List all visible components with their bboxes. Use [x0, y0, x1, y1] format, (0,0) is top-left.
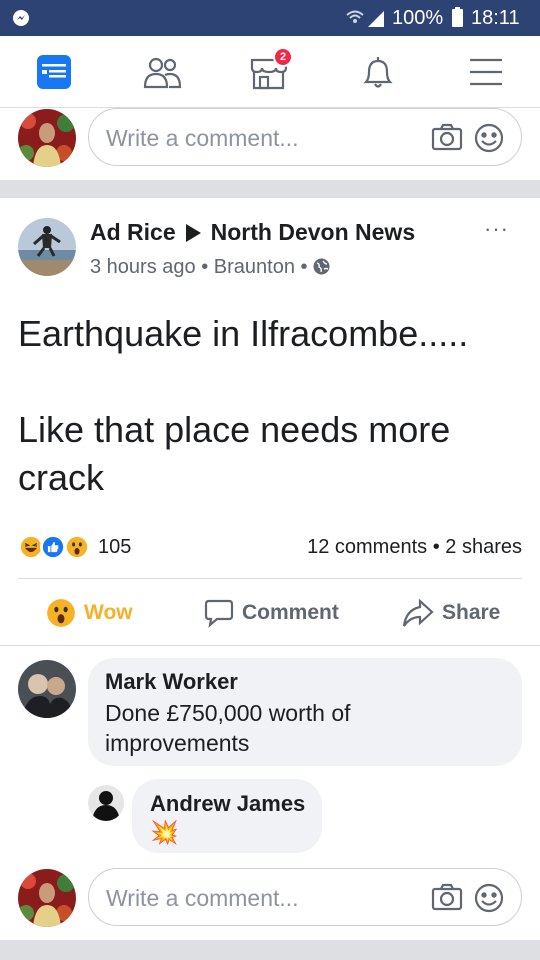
- wow-icon: [47, 599, 75, 628]
- comments-count[interactable]: 12 comments: [307, 536, 427, 558]
- post-text: Earthquake in Ilfracombe..... Like that …: [18, 313, 469, 498]
- wow-reaction-icon: [64, 534, 90, 560]
- separator-line: [0, 645, 540, 646]
- profile-photo: [18, 660, 76, 718]
- profile-photo: [18, 869, 76, 927]
- avatar[interactable]: [18, 660, 76, 718]
- comment-composer-top: Write a comment...: [0, 106, 540, 176]
- bell-icon: [363, 57, 393, 88]
- avatar[interactable]: [18, 869, 76, 927]
- post-header-names: Ad Rice North Devon News: [90, 218, 415, 246]
- separator-line: [18, 578, 522, 579]
- comment-composer-bottom: Write a comment...: [0, 866, 540, 936]
- share-label: Share: [442, 601, 501, 624]
- share-arrow-icon: [402, 598, 434, 628]
- status-bar: 100% 18:11: [0, 0, 540, 36]
- more-options-icon[interactable]: ···: [484, 218, 514, 240]
- comment-author[interactable]: Andrew James: [150, 791, 305, 817]
- signal-icon: [368, 11, 384, 27]
- feed-divider: [0, 180, 540, 198]
- marketplace-badge: 2: [273, 47, 293, 67]
- engagement-counts[interactable]: 12 comments • 2 shares: [307, 535, 522, 559]
- meta-separator: •: [201, 256, 209, 278]
- wifi-icon: [346, 10, 364, 23]
- notifications-tab[interactable]: [358, 52, 398, 92]
- comment-icon: [204, 600, 234, 629]
- post-meta: 3 hours ago • Braunton •: [90, 255, 330, 279]
- posted-to-arrow-icon: [185, 224, 201, 242]
- profile-photo: [18, 109, 76, 167]
- wow-label: Wow: [84, 601, 133, 624]
- comment-input[interactable]: Write a comment...: [88, 868, 522, 926]
- messenger-notification-icon: [13, 10, 29, 26]
- post-target-page[interactable]: North Devon News: [211, 219, 415, 245]
- battery-icon: [452, 7, 463, 27]
- comment-text: Done £750,000 worth of improvements: [105, 700, 351, 756]
- like-reaction-icon: [40, 534, 66, 560]
- shares-count[interactable]: 2 shares: [445, 536, 522, 558]
- friends-icon: [143, 57, 182, 89]
- avatar[interactable]: [18, 109, 76, 167]
- comment-placeholder: Write a comment...: [106, 125, 299, 151]
- share-button[interactable]: Share: [402, 590, 500, 636]
- profile-photo: [88, 785, 124, 821]
- friends-tab[interactable]: [143, 52, 183, 92]
- meta-separator: •: [432, 536, 440, 558]
- news-feed-tab[interactable]: [35, 52, 75, 92]
- avatar[interactable]: [88, 785, 124, 821]
- comment-button[interactable]: Comment: [204, 590, 339, 636]
- menu-tab[interactable]: [466, 52, 506, 92]
- wow-button[interactable]: Wow: [46, 590, 133, 636]
- camera-icon[interactable]: [431, 123, 463, 151]
- comment-author[interactable]: Mark Worker: [105, 669, 238, 695]
- profile-photo: [18, 218, 76, 276]
- top-nav-bar: 2: [0, 36, 540, 108]
- marketplace-tab[interactable]: 2: [249, 47, 293, 92]
- news-feed-icon: [37, 55, 71, 89]
- post-action-bar: Wow Comment Share: [0, 590, 540, 636]
- clock: 18:11: [471, 7, 520, 29]
- camera-icon[interactable]: [431, 883, 463, 911]
- comment-text: 💥: [150, 819, 179, 845]
- avatar[interactable]: [18, 218, 76, 276]
- comment-input[interactable]: Write a comment...: [88, 108, 522, 166]
- comment-label: Comment: [242, 601, 339, 624]
- battery-percent: 100%: [392, 7, 444, 29]
- comment-placeholder: Write a comment...: [106, 885, 299, 911]
- feed-divider: [0, 940, 540, 960]
- comment-bubble[interactable]: Mark Worker Done £750,000 worth of impro…: [88, 658, 522, 766]
- reply-bubble[interactable]: Andrew James 💥: [132, 779, 322, 853]
- post-author[interactable]: Ad Rice: [90, 219, 176, 245]
- sticker-icon[interactable]: [473, 122, 505, 154]
- post-location[interactable]: Braunton: [214, 256, 295, 278]
- meta-separator: •: [300, 256, 308, 278]
- post-time[interactable]: 3 hours ago: [90, 256, 196, 278]
- reaction-count: 105: [98, 536, 132, 558]
- hamburger-menu-icon: [470, 58, 502, 86]
- sticker-icon[interactable]: [473, 882, 505, 914]
- globe-icon: [313, 258, 330, 275]
